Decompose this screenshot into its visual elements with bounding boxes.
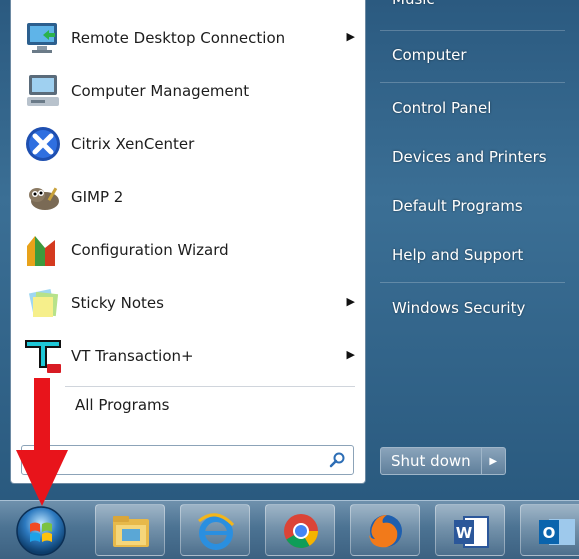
citrix-xencenter-icon	[21, 122, 65, 166]
taskbar: W O	[0, 500, 579, 559]
annotation-arrow-icon	[16, 378, 68, 506]
program-label: Configuration Wizard	[71, 241, 229, 259]
firefox-icon	[369, 515, 402, 548]
chrome-icon	[284, 514, 318, 548]
shutdown-button[interactable]: Shut down	[380, 447, 482, 475]
internet-explorer-icon	[198, 513, 235, 550]
outlook-icon: O	[539, 519, 575, 545]
taskbar-firefox[interactable]	[350, 504, 420, 556]
submenu-arrow-icon: ▶	[346, 295, 355, 308]
right-separator	[380, 30, 565, 31]
shutdown-options-button[interactable]: ▶	[481, 447, 506, 475]
program-configuration-wizard[interactable]: Configuration Wizard	[21, 228, 361, 272]
program-sticky-notes[interactable]: Sticky Notes ▶	[21, 281, 361, 325]
taskbar-word[interactable]: W	[435, 504, 505, 556]
search-box[interactable]	[21, 445, 354, 475]
word-icon: W	[454, 516, 489, 548]
program-vt-transaction[interactable]: VT Transaction+ ▶	[21, 334, 361, 378]
right-item-windows-security[interactable]: Windows Security	[392, 299, 525, 317]
right-item-help-support[interactable]: Help and Support	[392, 246, 523, 264]
windows-explorer-icon	[113, 516, 149, 547]
shutdown-group: Shut down ▶	[380, 447, 506, 475]
taskbar-outlook[interactable]: O	[520, 504, 579, 556]
taskbar-chrome[interactable]	[265, 504, 335, 556]
program-label: Sticky Notes	[71, 294, 164, 312]
computer-management-icon	[21, 69, 65, 113]
program-gimp[interactable]: GIMP 2	[21, 175, 361, 219]
right-item-control-panel[interactable]: Control Panel	[392, 99, 491, 117]
svg-text:O: O	[543, 524, 556, 542]
start-orb-icon[interactable]	[15, 505, 67, 557]
submenu-arrow-icon: ▶	[346, 348, 355, 361]
right-item-music[interactable]: Music	[392, 0, 435, 8]
search-icon[interactable]	[329, 451, 347, 469]
program-label: Remote Desktop Connection	[71, 29, 286, 47]
separator	[65, 386, 355, 387]
program-label: VT Transaction+	[71, 347, 194, 365]
program-label: GIMP 2	[71, 188, 124, 206]
vt-transaction-icon	[21, 334, 65, 378]
right-separator	[380, 282, 565, 283]
start-menu: Remote Desktop Connection ▶ Computer Man…	[0, 0, 579, 500]
configuration-wizard-icon	[21, 228, 65, 272]
all-programs-link[interactable]: All Programs	[75, 396, 169, 414]
svg-text:W: W	[456, 524, 473, 542]
taskbar-explorer[interactable]	[95, 504, 165, 556]
program-remote-desktop[interactable]: Remote Desktop Connection ▶	[21, 16, 361, 60]
submenu-arrow-icon: ▶	[346, 30, 355, 43]
program-label: Computer Management	[71, 82, 250, 100]
search-input[interactable]	[28, 447, 322, 475]
gimp-icon	[21, 175, 65, 219]
sticky-notes-icon	[21, 281, 65, 325]
right-item-devices-printers[interactable]: Devices and Printers	[392, 148, 547, 166]
right-item-default-programs[interactable]: Default Programs	[392, 197, 523, 215]
right-separator	[380, 82, 565, 83]
taskbar-internet-explorer[interactable]	[180, 504, 250, 556]
program-citrix-xencenter[interactable]: Citrix XenCenter	[21, 122, 361, 166]
program-label: Citrix XenCenter	[71, 135, 195, 153]
remote-desktop-icon	[21, 16, 65, 60]
right-item-computer[interactable]: Computer	[392, 46, 467, 64]
program-computer-management[interactable]: Computer Management	[21, 69, 361, 113]
